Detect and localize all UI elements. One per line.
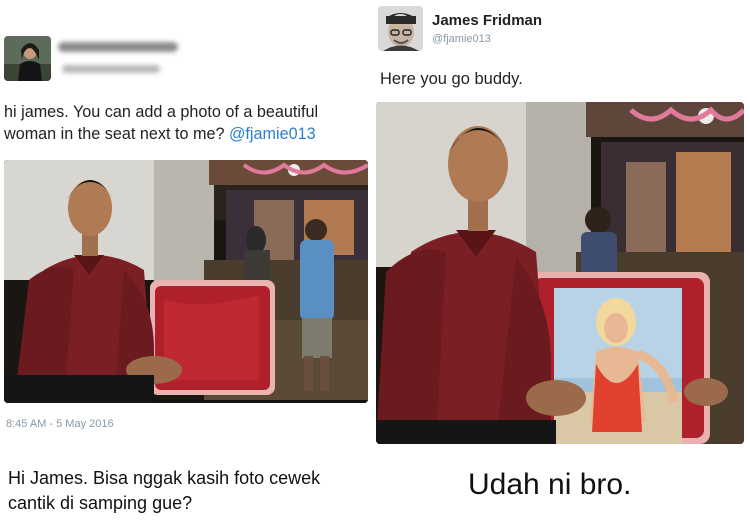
blurred-user-name [58,42,178,52]
caption-right: Udah ni bro. [468,468,632,501]
right-tweet-photo[interactable] [376,102,744,444]
left-tweet-text: hi james. You can add a photo of a beaut… [4,101,374,145]
caption-left: Hi James. Bisa nggak kasih foto cewek ca… [8,468,321,513]
mention-link[interactable]: @fjamie013 [229,125,316,143]
user-display-name[interactable]: James Fridman [432,12,542,29]
user-handle[interactable]: @fjamie013 [432,33,491,45]
tweet-timestamp[interactable]: 8:45 AM - 5 May 2016 [6,418,114,430]
james-fridman-avatar[interactable] [378,6,423,51]
left-tweet-photo[interactable] [4,160,368,403]
left-user-avatar[interactable] [4,36,51,81]
right-tweet-text: Here you go buddy. [380,70,523,88]
blurred-user-handle [62,65,160,73]
